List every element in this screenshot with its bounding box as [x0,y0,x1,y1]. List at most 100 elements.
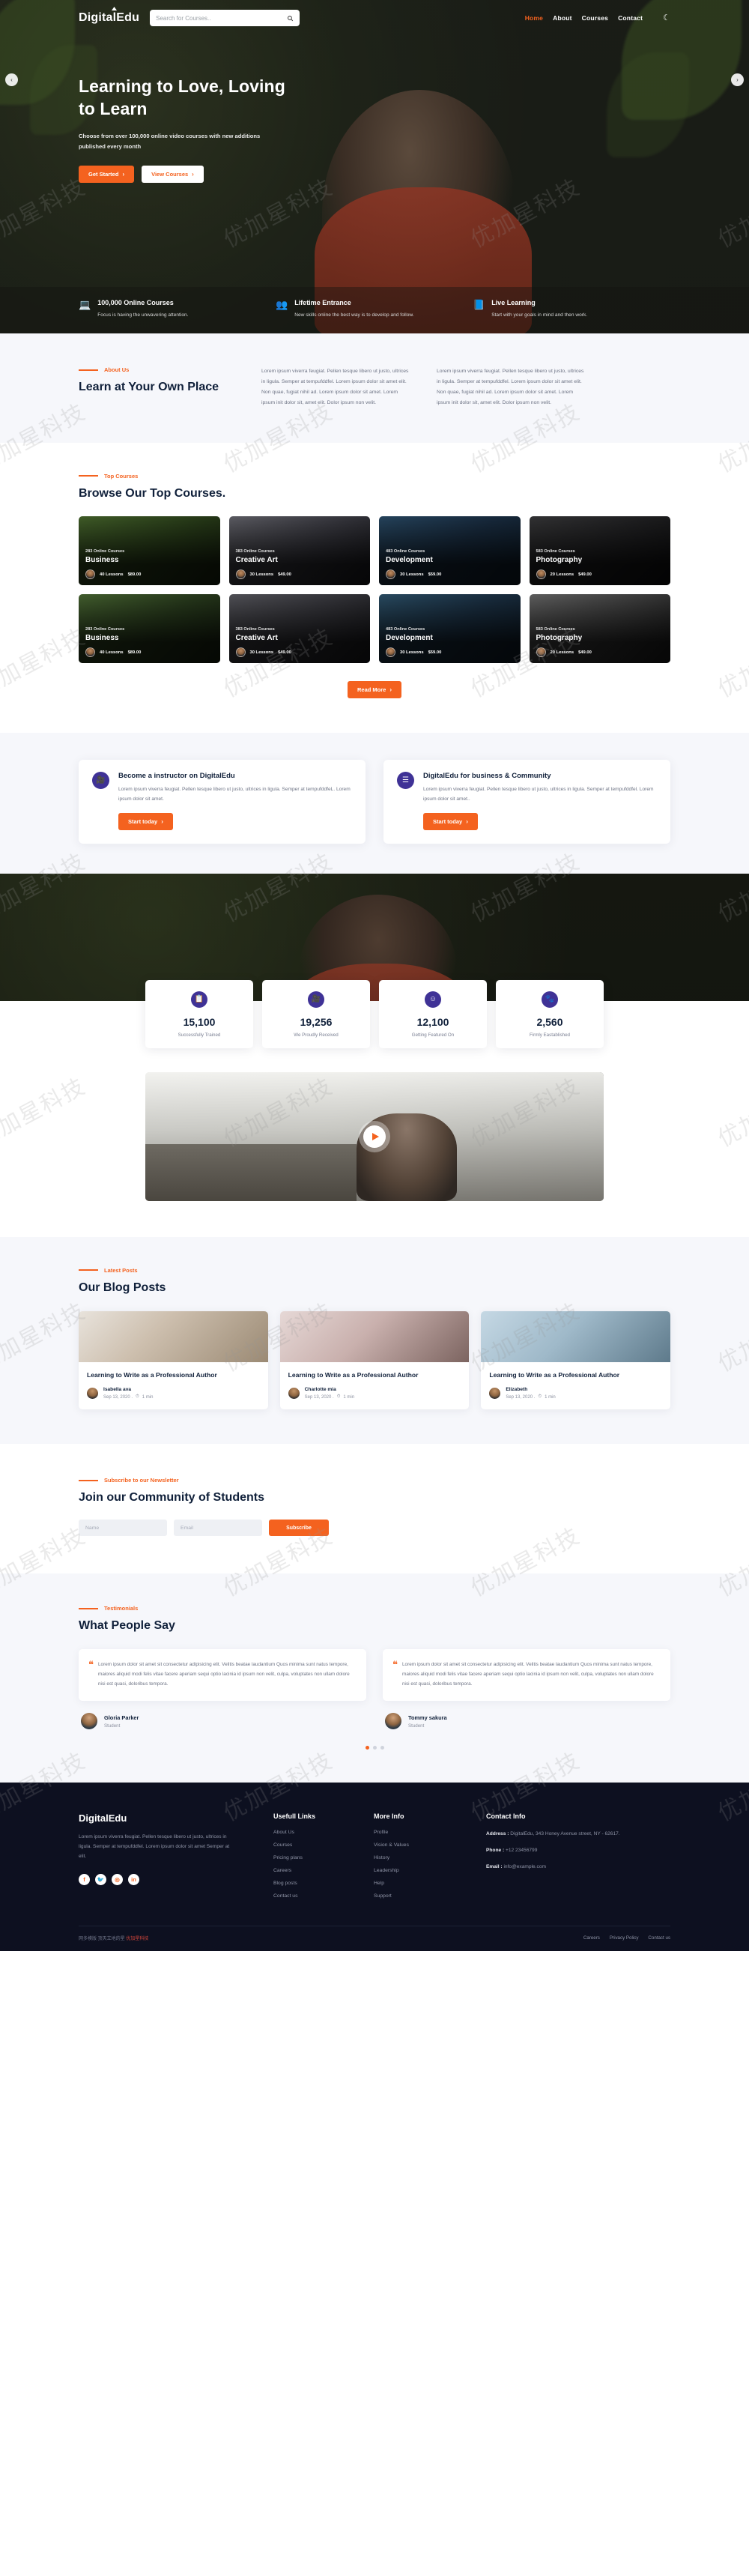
nav-item-courses[interactable]: Courses [582,14,608,22]
newsletter-email-input[interactable] [174,1520,262,1537]
nav-item-contact[interactable]: Contact [618,14,643,22]
footer-link-help[interactable]: Help [374,1881,474,1886]
footer-bottom-link-contact[interactable]: Contact us [648,1935,670,1941]
footer-bottom-bar: 网多模版 顶天立地的星 优加星科技 Careers Privacy Policy… [79,1926,670,1951]
course-count: 483 Online Courses [386,627,425,632]
site-logo[interactable]: DigitalEdu [79,7,139,25]
get-started-button[interactable]: Get Started › [79,165,135,183]
footer-phone[interactable]: +12 23456799 [506,1848,537,1853]
footer-contact-title: Contact Info [486,1812,526,1821]
course-count: 383 Online Courses [235,549,275,554]
footer-link-pricing[interactable]: Pricing plans [273,1855,362,1860]
instagram-icon[interactable]: ◎ [112,1873,123,1885]
course-name: Business [85,556,119,565]
footer-email[interactable]: info@example.com [503,1864,546,1869]
hero-buttons: Get Started › View Courses › [79,165,670,183]
course-card[interactable]: 283 Online Courses Business 40 Lessons $… [79,594,220,664]
blog-eyebrow-label: Latest Posts [104,1266,138,1274]
linkedin-icon[interactable]: in [128,1873,139,1885]
footer-link-courses[interactable]: Courses [273,1842,362,1848]
pagination-dot[interactable] [365,1746,369,1750]
footer-more-title: More Info [374,1812,404,1821]
stat-card-featured: ☺ 12,100 Getting Featured On [379,979,487,1048]
footer-contact-column: Contact Info Address : DigitalEdu, 343 H… [486,1812,670,1906]
promo-section: 🎥 Become a instructor on DigitalEdu Lore… [0,733,749,874]
course-name: Development [386,556,433,565]
video-player[interactable] [145,1071,604,1201]
about-paragraph-2: Lorem ipsum viverra feugiat. Pellen tesq… [437,369,584,405]
pagination-dot[interactable] [380,1746,384,1750]
search-icon[interactable] [287,15,294,22]
promo-start-today-button[interactable]: Start today › [118,812,173,830]
course-lessons: 40 Lessons [100,572,124,577]
eyebrow-dash-icon [79,1607,98,1609]
course-card[interactable]: 383 Online Courses Creative Art 30 Lesso… [228,594,370,664]
course-card[interactable]: 383 Online Courses Creative Art 30 Lesso… [228,516,370,586]
footer-social-links: f 🐦 ◎ in [79,1873,261,1885]
course-price: $59.00 [428,572,442,577]
blog-post-card[interactable]: Learning to Write as a Professional Auth… [279,1310,470,1410]
footer-copyright: 网多模版 顶天立地的星 优加星科技 [79,1935,148,1941]
view-courses-button[interactable]: View Courses › [142,165,204,183]
promo-text: Lorem ipsum viverra feugiat. Pellen tesq… [118,787,351,802]
footer-link-vision[interactable]: Vision & Values [374,1842,474,1848]
courses-read-more-button[interactable]: Read More › [347,681,401,699]
course-card[interactable]: 483 Online Courses Development 30 Lesson… [379,594,521,664]
footer-link-about-us[interactable]: About Us [273,1830,362,1835]
facebook-icon[interactable]: f [79,1873,90,1885]
nav-item-about[interactable]: About [553,14,572,22]
testimonials-eyebrow: Testimonials [79,1605,670,1612]
footer-link-support[interactable]: Support [374,1893,474,1899]
feature-title: Live Learning [491,299,536,307]
course-name: Creative Art [235,634,278,643]
blog-post-title: Learning to Write as a Professional Auth… [288,1370,419,1379]
footer-link-blog[interactable]: Blog posts [273,1881,362,1886]
view-courses-label: View Courses [151,170,189,178]
blog-post-card[interactable]: Learning to Write as a Professional Auth… [481,1310,670,1410]
author-avatar [489,1388,501,1400]
eyebrow-dash-icon [79,369,98,371]
dark-mode-toggle-icon[interactable]: ☾ [663,13,670,22]
footer-link-contact[interactable]: Contact us [273,1893,362,1899]
pagination-dot[interactable] [372,1746,377,1750]
course-card[interactable]: 483 Online Courses Development 30 Lesson… [379,516,521,586]
course-card[interactable]: 583 Online Courses Photography 20 Lesson… [529,516,670,586]
newsletter-subscribe-button[interactable]: Subscribe [269,1520,329,1537]
testimonial-quote: Lorem ipsum dolor sit amet sit consectet… [98,1661,350,1687]
footer-link-history[interactable]: History [374,1855,474,1860]
twitter-icon[interactable]: 🐦 [95,1873,106,1885]
nav-item-home[interactable]: Home [525,14,543,22]
carousel-prev-button[interactable]: ‹ [5,73,18,86]
testimonials-grid: ❝ Lorem ipsum dolor sit amet sit consect… [79,1648,670,1730]
instructor-avatar [386,569,395,580]
blog-post-author: Isabella ava [103,1387,132,1393]
arrow-right-icon: › [122,170,125,178]
author-avatar [87,1388,98,1400]
footer-bottom-link-privacy[interactable]: Privacy Policy [610,1935,639,1941]
course-name: Development [386,634,433,643]
course-card[interactable]: 583 Online Courses Photography 20 Lesson… [529,594,670,664]
course-price: $59.00 [428,650,442,655]
search-input[interactable] [156,14,288,22]
start-today-label: Start today [433,817,463,825]
blog-post-card[interactable]: Learning to Write as a Professional Auth… [79,1310,268,1410]
footer-link-leadership[interactable]: Leadership [374,1868,474,1873]
play-icon[interactable] [363,1125,386,1148]
course-card[interactable]: 283 Online Courses Business 40 Lessons $… [79,516,220,586]
newsletter-name-input[interactable] [79,1520,167,1537]
stat-label: Successfully Trained [178,1032,221,1038]
read-more-label: Read More [357,686,386,694]
promo-start-today-button[interactable]: Start today › [423,812,478,830]
main-navigation: Home About Courses Contact ☾ [525,13,670,22]
course-lessons: 30 Lessons [400,572,424,577]
footer-link-careers[interactable]: Careers [273,1868,362,1873]
course-lessons: 30 Lessons [249,650,274,655]
footer-bottom-link-careers[interactable]: Careers [583,1935,600,1941]
search-box[interactable] [150,10,300,26]
hero-title: Learning to Love, Loving to Learn [79,76,285,119]
instructor-avatar [235,647,246,658]
hero-subtitle: Choose from over 100,000 online video co… [79,132,261,150]
footer-link-profile[interactable]: Profile [374,1830,474,1835]
course-price: $49.00 [278,650,291,655]
carousel-next-button[interactable]: › [731,73,744,86]
